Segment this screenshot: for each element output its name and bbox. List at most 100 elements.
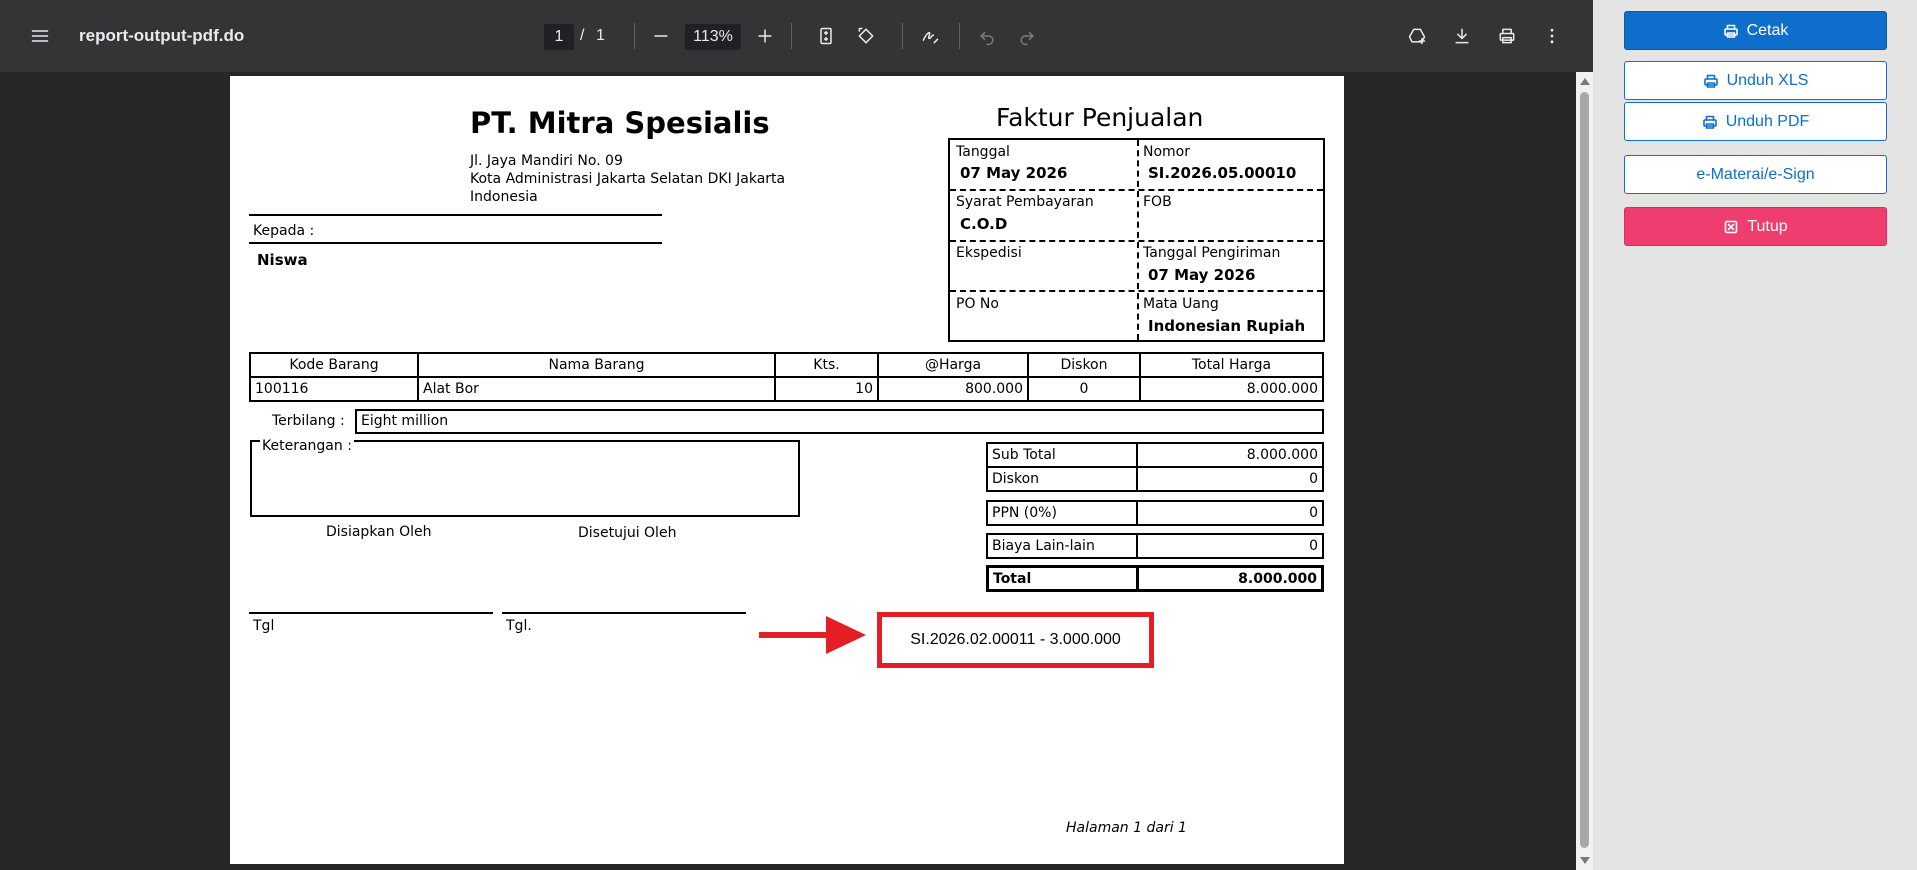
divider (249, 214, 662, 216)
biaya-table: Biaya Lain-lain 0 (986, 533, 1324, 559)
kepada-label: Kepada : (253, 223, 315, 239)
cetak-label: Cetak (1746, 21, 1789, 39)
col-harga: @Harga (877, 352, 1029, 378)
tanggal-pengiriman-label: Tanggal Pengiriman (1143, 245, 1281, 261)
draw-icon[interactable] (918, 24, 942, 48)
col-diskon: Diskon (1027, 352, 1141, 378)
col-total-harga: Total Harga (1139, 352, 1324, 378)
unduh-xls-label: Unduh XLS (1726, 71, 1809, 89)
invoice-info-box: Tanggal 07 May 2026 Nomor SI.2026.05.000… (948, 138, 1325, 342)
doc-title: Faktur Penjualan (996, 103, 1204, 132)
tgl-label-2: Tgl. (506, 618, 532, 634)
annotation-box: SI.2026.02.00011 - 3.000.000 (877, 612, 1154, 668)
tutup-label: Tutup (1747, 217, 1788, 235)
rotate-icon[interactable] (854, 24, 878, 48)
undo-icon[interactable] (975, 24, 999, 48)
red-arrow-shaft (759, 632, 834, 638)
scroll-thumb[interactable] (1580, 92, 1589, 848)
items-table: Kode Barang Nama Barang Kts. @Harga Disk… (249, 352, 1324, 402)
info-divider (950, 290, 1323, 292)
divider (249, 242, 662, 244)
zoom-in-icon[interactable] (753, 24, 777, 48)
tanggal-pengiriman-value: 07 May 2026 (1148, 266, 1256, 284)
disetujui-label: Disetujui Oleh (578, 525, 677, 541)
col-kts: Kts. (774, 352, 879, 378)
pdf-toolbar: report-output-pdf.do 1 / 1 113% (0, 0, 1593, 72)
zoom-input[interactable]: 113% (685, 24, 741, 50)
cell-diskon: 0 (1027, 376, 1141, 402)
info-divider (950, 240, 1323, 242)
toolbar-divider (902, 23, 903, 49)
print-icon (1723, 24, 1738, 38)
nomor-label: Nomor (1143, 144, 1190, 160)
fit-page-icon[interactable] (814, 24, 838, 48)
tutup-button[interactable]: Tutup (1624, 207, 1887, 246)
cell-nama: Alat Bor (417, 376, 776, 402)
page-separator: / (580, 27, 585, 44)
summary-row: Biaya Lain-lain 0 (986, 533, 1324, 559)
diskon-label: Diskon (986, 466, 1138, 492)
unduh-pdf-button[interactable]: Unduh PDF (1624, 102, 1887, 141)
ppn-value: 0 (1136, 500, 1324, 526)
file-excel-icon (1703, 74, 1718, 88)
table-row: 100116 Alat Bor 10 800.000 0 8.000.000 (249, 376, 1324, 402)
mata-uang-value: Indonesian Rupiah (1148, 317, 1306, 335)
unduh-xls-button[interactable]: Unduh XLS (1624, 61, 1887, 100)
biaya-value: 0 (1136, 533, 1324, 559)
summary-row: PPN (0%) 0 (986, 500, 1324, 526)
disiapkan-label: Disiapkan Oleh (326, 524, 432, 540)
ppn-table: PPN (0%) 0 (986, 500, 1324, 526)
redo-icon[interactable] (1015, 24, 1039, 48)
scroll-down-icon[interactable] (1580, 857, 1590, 864)
col-kode-barang: Kode Barang (249, 352, 419, 378)
customer-name: Niswa (257, 251, 308, 269)
diskon-value: 0 (1136, 466, 1324, 492)
company-name: PT. Mitra Spesialis (470, 106, 770, 140)
file-pdf-icon (1702, 115, 1717, 129)
summary-row: Total 8.000.000 (986, 565, 1324, 592)
scroll-up-icon[interactable] (1580, 78, 1590, 85)
tgl-label-1: Tgl (253, 618, 275, 634)
more-options-icon[interactable] (1540, 24, 1564, 48)
e-materai-button[interactable]: e-Materai/e-Sign (1624, 155, 1887, 194)
summary-row: Sub Total 8.000.000 (986, 442, 1324, 468)
toolbar-divider (791, 23, 792, 49)
sub-total-label: Sub Total (986, 442, 1138, 468)
po-label: PO No (956, 296, 999, 312)
address-line-1: Jl. Jaya Mandiri No. 09 (470, 153, 623, 169)
total-value: 8.000.000 (1136, 565, 1324, 592)
tanggal-label: Tanggal (956, 144, 1010, 160)
keterangan-label: Keterangan : (260, 438, 354, 454)
cell-total: 8.000.000 (1139, 376, 1324, 402)
sub-total-value: 8.000.000 (1136, 442, 1324, 468)
total-table: Total 8.000.000 (986, 565, 1324, 592)
pdf-viewer: report-output-pdf.do 1 / 1 113% PT. Mitr… (0, 0, 1593, 870)
zoom-out-icon[interactable] (649, 24, 673, 48)
save-to-drive-icon[interactable] (1405, 24, 1429, 48)
print-icon[interactable] (1495, 24, 1519, 48)
ekspedisi-label: Ekspedisi (956, 245, 1022, 261)
download-icon[interactable] (1450, 24, 1474, 48)
terbilang-label: Terbilang : (272, 413, 345, 429)
menu-icon[interactable] (28, 24, 52, 48)
vertical-scrollbar[interactable] (1576, 72, 1593, 870)
nomor-value: SI.2026.05.00010 (1148, 164, 1297, 182)
mata-uang-label: Mata Uang (1143, 296, 1219, 312)
toolbar-divider (959, 23, 960, 49)
summary-row: Diskon 0 (986, 466, 1324, 492)
pdf-page: PT. Mitra Spesialis Jl. Jaya Mandiri No.… (230, 76, 1344, 864)
close-icon (1725, 220, 1738, 233)
syarat-value: C.O.D (960, 215, 1008, 233)
cetak-button[interactable]: Cetak (1624, 11, 1887, 50)
action-sidebar: Cetak Unduh XLS Unduh PDF e-Materai/e-Si… (1593, 0, 1917, 870)
cell-kts: 10 (774, 376, 879, 402)
unduh-pdf-label: Unduh PDF (1725, 112, 1810, 130)
page-number-input[interactable]: 1 (544, 24, 574, 50)
page-total: 1 (596, 27, 605, 44)
cell-kode: 100116 (249, 376, 419, 402)
address-line-3: Indonesia (470, 189, 538, 205)
col-nama-barang: Nama Barang (417, 352, 776, 378)
summary-table: Sub Total 8.000.000 Diskon 0 (986, 442, 1324, 492)
e-materai-label: e-Materai/e-Sign (1696, 165, 1815, 183)
tanggal-value: 07 May 2026 (960, 164, 1068, 182)
